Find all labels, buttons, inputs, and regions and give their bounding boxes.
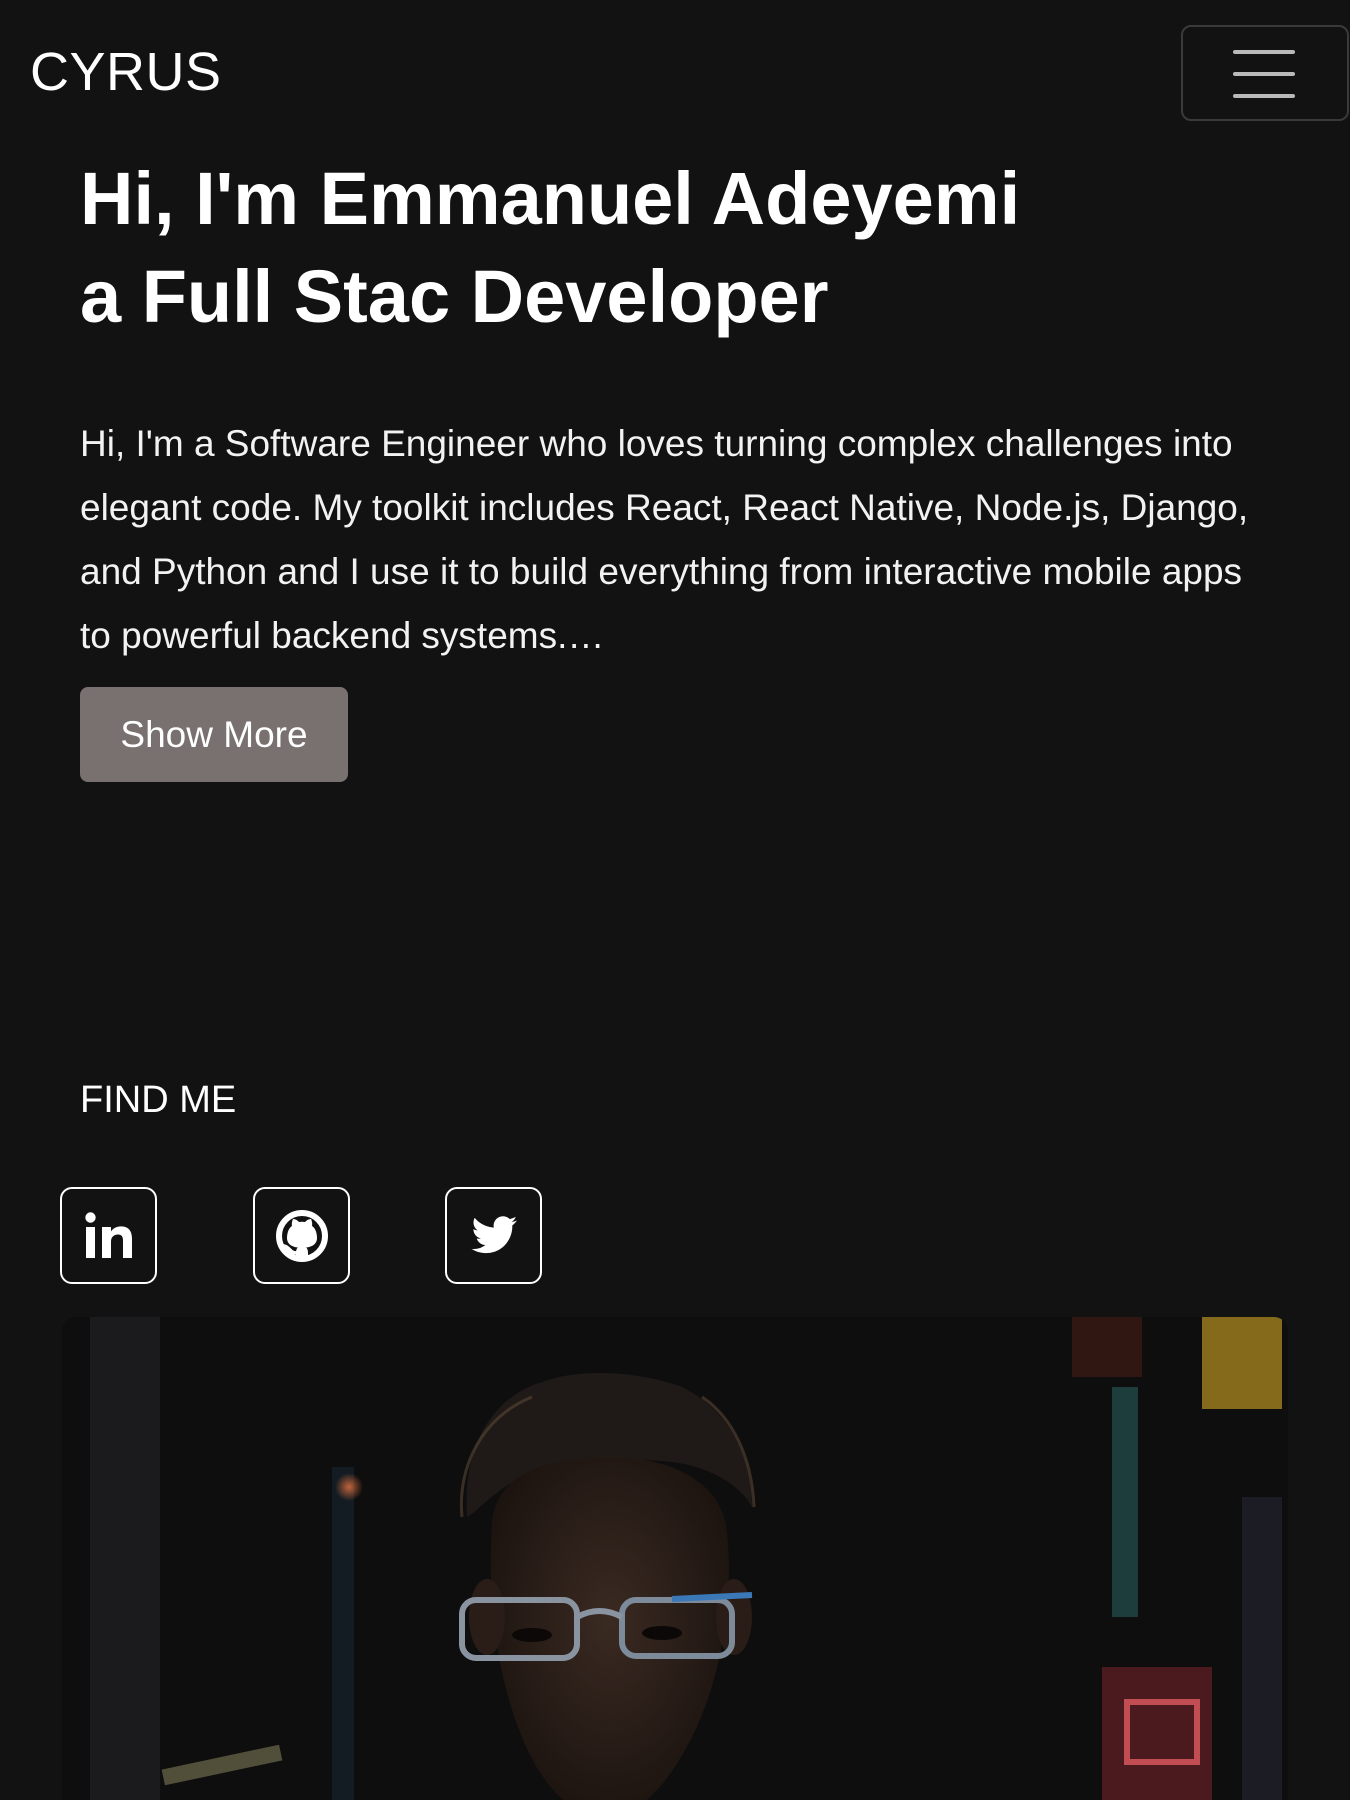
linkedin-icon bbox=[84, 1211, 132, 1258]
find-me-heading: FIND ME bbox=[80, 1079, 237, 1121]
github-link[interactable] bbox=[253, 1187, 350, 1284]
hero-title-line-2: a Full Stac Developer bbox=[80, 255, 829, 338]
profile-photo bbox=[62, 1317, 1288, 1800]
hero-title-line-1: Hi, I'm Emmanuel Adeyemi bbox=[80, 157, 1021, 240]
hero-title: Hi, I'm Emmanuel Adeyemi a Full Stac Dev… bbox=[80, 150, 1280, 346]
intro-text: Hi, I'm a Software Engineer who loves tu… bbox=[80, 423, 1249, 656]
github-icon bbox=[275, 1209, 328, 1262]
twitter-icon bbox=[471, 1215, 517, 1253]
show-more-button[interactable]: Show More bbox=[80, 687, 348, 782]
menu-toggle-button[interactable] bbox=[1181, 25, 1349, 121]
twitter-link[interactable] bbox=[445, 1187, 542, 1284]
page: CYRUS Hi, I'm Emmanuel Adeyemi a Full St… bbox=[0, 0, 1350, 1800]
brand-logo[interactable]: CYRUS bbox=[30, 40, 222, 104]
portrait-illustration bbox=[62, 1317, 1288, 1800]
linkedin-link[interactable] bbox=[60, 1187, 157, 1284]
